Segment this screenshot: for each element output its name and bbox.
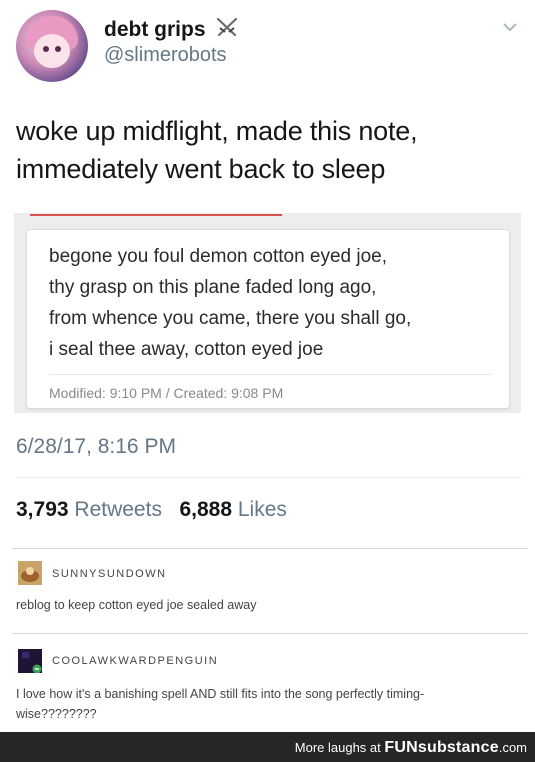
crossed-swords-icon (217, 17, 238, 37)
note-card: begone you foul demon cotton eyed joe, t… (26, 229, 510, 409)
footer-text: More laughs at FUNsubstance.com (295, 739, 527, 757)
tweet-timestamp[interactable]: 6/28/17, 8:16 PM (16, 435, 176, 459)
note-line-1: begone you foul demon cotton eyed joe, (49, 246, 388, 267)
avatar-eye-left (43, 46, 49, 52)
reblog-text-line1: I love how it's a banishing spell AND st… (16, 687, 425, 701)
reblog-text: reblog to keep cotton eyed joe sealed aw… (16, 598, 257, 612)
footer-prefix: More laughs at (294, 740, 381, 755)
retweets-label[interactable]: Retweets (74, 498, 162, 521)
display-name-text[interactable]: debt grips (104, 18, 206, 41)
note-meta: Modified: 9:10 PM / Created: 9:08 PM (49, 385, 284, 401)
note-line-4: i seal thee away, cotton eyed joe (49, 339, 324, 360)
likes-count[interactable]: 6,888 (179, 498, 232, 521)
likes-label[interactable]: Likes (238, 498, 287, 521)
tweet-header: debt grips @slimerobots (16, 10, 521, 84)
logo-bold: FUN (384, 739, 418, 756)
tweet-stats: 3,793 Retweets 6,888 Likes (16, 498, 287, 522)
reblog-avatar-coolawkwardpenguin[interactable] (18, 649, 42, 673)
display-name[interactable]: debt grips (104, 16, 239, 42)
tweet-text-line1: woke up midflight, made this note, (16, 116, 418, 146)
funsubstance-logo[interactable]: FUNsubstance (384, 739, 498, 756)
note-accent-line (30, 214, 282, 216)
note-screenshot[interactable]: begone you foul demon cotton eyed joe, t… (14, 213, 521, 413)
tweet-text-line2: immediately went back to sleep (16, 154, 386, 184)
footer-watermark: More laughs at FUNsubstance.com (0, 732, 535, 762)
retweets-count[interactable]: 3,793 (16, 498, 69, 521)
divider (16, 477, 521, 478)
avatar-eye-right (55, 46, 61, 52)
reblog-text: I love how it's a banishing spell AND st… (16, 684, 516, 724)
reblog-username[interactable]: SUNNYSUNDOWN (52, 568, 167, 580)
avatar[interactable] (16, 10, 88, 82)
note-line-3: from whence you came, there you shall go… (49, 308, 412, 329)
note-divider (49, 374, 491, 375)
handle[interactable]: @slimerobots (104, 44, 227, 67)
reblog-username[interactable]: COOLAWKWARDPENGUIN (52, 655, 218, 667)
logo-suffix: .com (498, 740, 527, 755)
avatar-face (34, 34, 70, 68)
tweet-text: woke up midflight, made this note, immed… (16, 112, 516, 188)
reblog-divider (12, 633, 528, 634)
chevron-down-icon[interactable] (501, 18, 519, 36)
logo-rest: substance (417, 739, 499, 756)
reblog-divider (12, 548, 528, 549)
reblog-avatar-sunnysundown[interactable] (18, 561, 42, 585)
note-line-2: thy grasp on this plane faded long ago, (49, 277, 377, 298)
reblog-text-line2: wise???????? (16, 707, 97, 721)
